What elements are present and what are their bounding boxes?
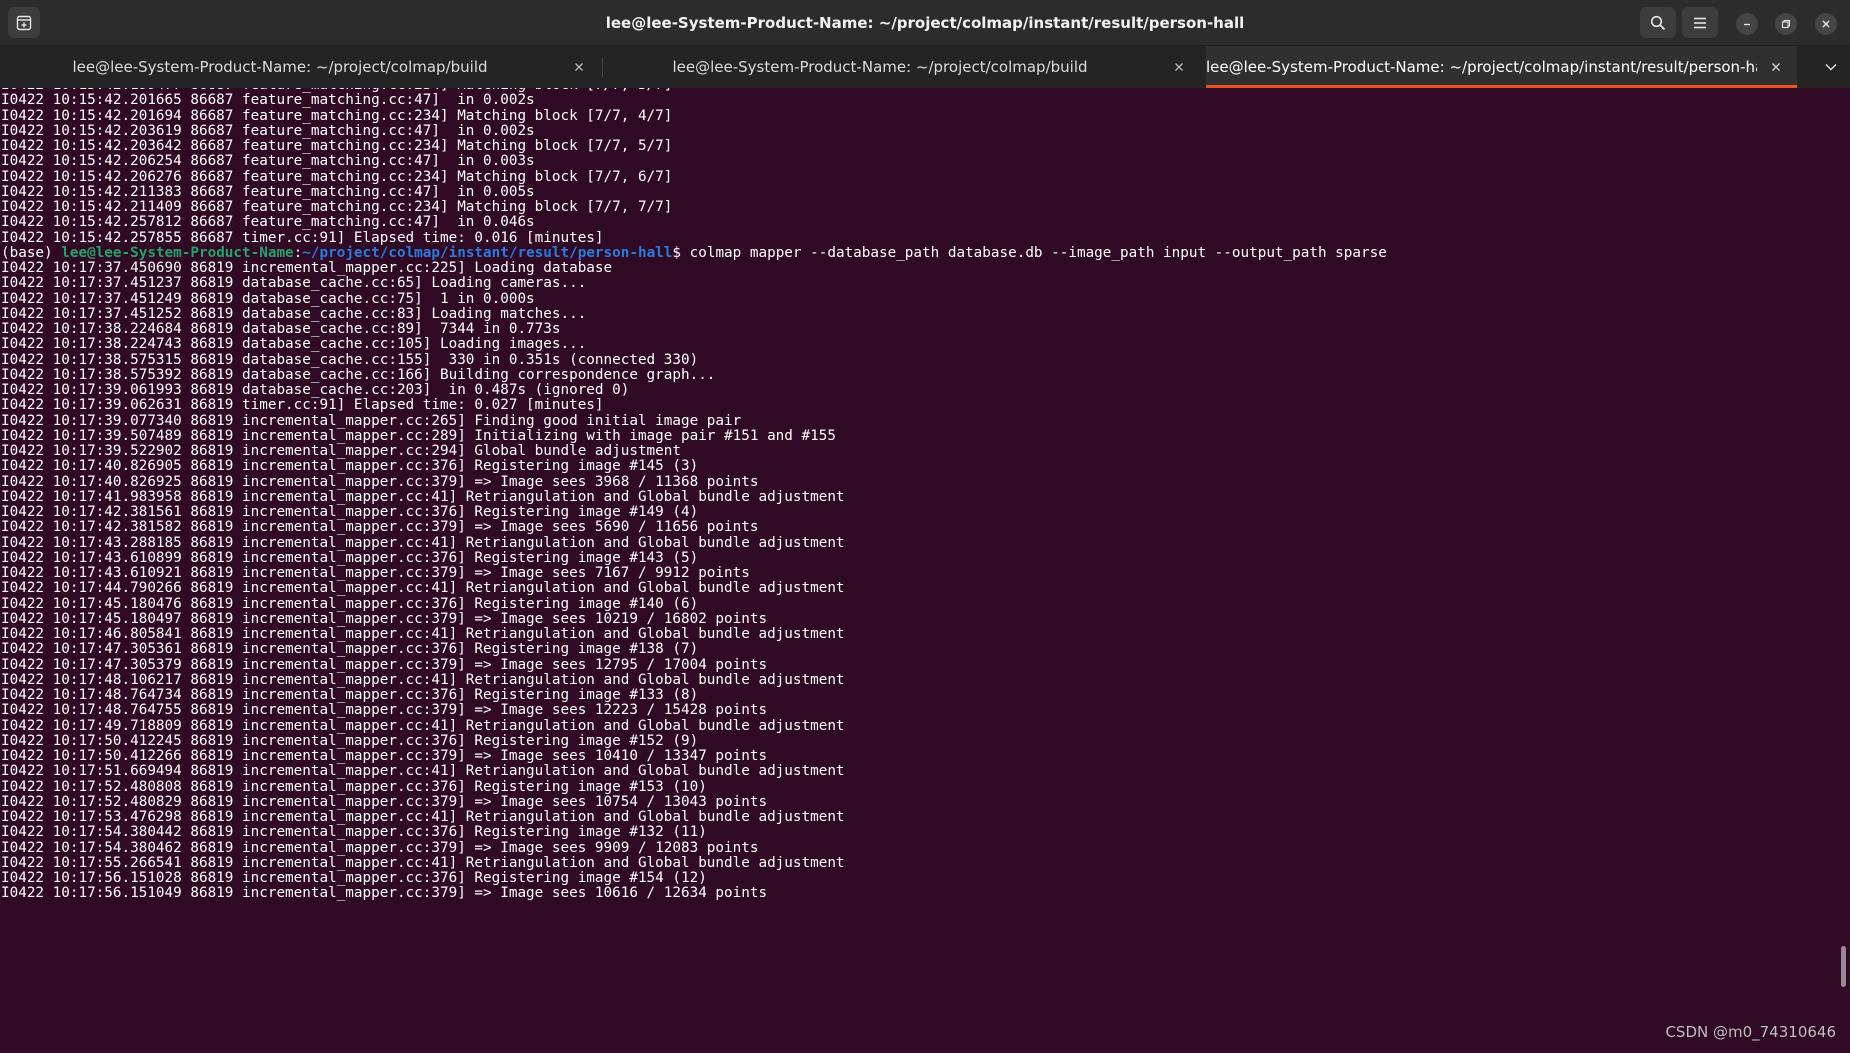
hamburger-menu-icon bbox=[1694, 17, 1706, 28]
tab-close-icon bbox=[1772, 63, 1780, 71]
watermark: CSDN @m0_74310646 bbox=[1665, 1023, 1836, 1041]
close-icon bbox=[1822, 20, 1830, 28]
chevron-down-icon bbox=[1825, 63, 1837, 71]
maximize-button[interactable] bbox=[1775, 13, 1797, 35]
tab-close-icon bbox=[1175, 63, 1183, 71]
log-line: I0422 10:17:56.151049 86819 incremental_… bbox=[1, 885, 768, 902]
tab-label: lee@lee-System-Product-Name: ~/project/c… bbox=[672, 58, 1088, 76]
prompt-symbol: $ bbox=[672, 244, 690, 261]
tab-close-button[interactable] bbox=[570, 58, 588, 76]
window-titlebar: lee@lee-System-Product-Name: ~/project/c… bbox=[0, 0, 1850, 46]
search-icon bbox=[1650, 15, 1666, 30]
tab-build-1[interactable]: lee@lee-System-Product-Name: ~/project/c… bbox=[0, 46, 600, 88]
maximize-icon bbox=[1781, 19, 1791, 29]
tab-close-button[interactable] bbox=[1170, 58, 1188, 76]
new-tab-icon bbox=[16, 15, 32, 30]
terminal-output[interactable]: I0422 10:15:42.199477 86687 feature_matc… bbox=[0, 88, 1850, 1053]
tab-person-hall[interactable]: lee@lee-System-Product-Name: ~/project/c… bbox=[1206, 46, 1797, 88]
window-title: lee@lee-System-Product-Name: ~/project/c… bbox=[605, 14, 1245, 32]
tab-bar: lee@lee-System-Product-Name: ~/project/c… bbox=[0, 46, 1850, 88]
tab-label: lee@lee-System-Product-Name: ~/project/c… bbox=[72, 58, 488, 76]
minimize-button[interactable] bbox=[1736, 13, 1758, 35]
terminal-scrollbar[interactable] bbox=[1841, 946, 1846, 987]
minimize-icon bbox=[1744, 23, 1750, 26]
tab-label: lee@lee-System-Product-Name: ~/project/c… bbox=[1206, 58, 1757, 76]
search-button[interactable] bbox=[1640, 7, 1676, 38]
tab-build-2[interactable]: lee@lee-System-Product-Name: ~/project/c… bbox=[600, 46, 1200, 88]
menu-button[interactable] bbox=[1682, 7, 1718, 38]
close-window-button[interactable] bbox=[1815, 13, 1837, 35]
tab-close-icon bbox=[575, 63, 583, 71]
tab-close-button[interactable] bbox=[1767, 58, 1785, 76]
prompt-command: colmap mapper --database_path database.d… bbox=[689, 244, 1387, 261]
tabs-dropdown-button[interactable] bbox=[1820, 56, 1842, 78]
new-tab-button[interactable] bbox=[8, 7, 40, 38]
